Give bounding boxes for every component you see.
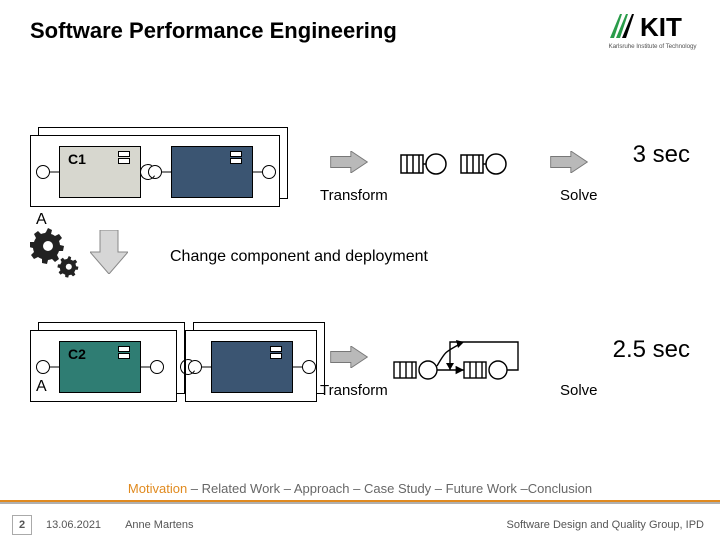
footer: 2 13.06.2021 Anne Martens Software Desig… [0,510,720,540]
pipeline-row-1: C1 A Transform [30,135,690,225]
node-label-a2: A [36,378,47,396]
queue-icon [400,147,452,181]
page-number: 2 [12,515,32,535]
component-dark-1 [171,146,253,198]
result-2: 2.5 sec [613,336,690,364]
node-label-a1: A [36,211,47,229]
kit-logo: KIT Karlsruhe Institute of Technology [605,10,700,50]
component-icon [274,346,288,358]
component-c2: C2 [59,341,141,393]
change-label: Change component and deployment [170,248,428,266]
pipeline-row-2: C2 A Transform [30,330,690,420]
change-row: Change component and deployment [30,238,690,288]
logo-caption: Karlsruhe Institute of Technology [605,43,700,50]
component-c2-label: C2 [68,346,86,362]
breadcrumb: Motivation – Related Work – Approach – C… [0,481,720,496]
footer-author: Anne Martens [125,519,193,531]
arrow-right-icon [550,151,588,173]
svg-text:KIT: KIT [640,12,682,42]
footer-date: 13.06.2021 [46,519,101,531]
solve-label-1: Solve [560,187,598,204]
arrow-down-icon [90,230,128,274]
gear-icon [30,228,80,278]
arrow-right-icon [330,346,368,368]
transform-label-2: Transform [320,382,388,399]
result-1: 3 sec [633,141,690,169]
breadcrumb-rest: – Related Work – Approach – Case Study –… [187,481,592,496]
queue-network-icon [390,330,540,390]
component-icon [122,151,136,163]
transform-label-1: Transform [320,187,388,204]
arrow-right-icon [330,151,368,173]
component-dark-2 [211,341,293,393]
breadcrumb-active: Motivation [128,481,187,496]
component-icon [234,151,248,163]
footer-group: Software Design and Quality Group, IPD [507,519,704,531]
slide-title: Software Performance Engineering [30,18,397,44]
system-box-a1: C1 A [30,135,278,205]
breadcrumb-divider [0,500,720,502]
system-box-b2 [185,330,315,400]
system-box-a2: C2 A [30,330,175,400]
component-c1: C1 [59,146,141,198]
component-c1-label: C1 [68,151,86,167]
queue-icon [460,147,512,181]
component-icon [122,346,136,358]
solve-label-2: Solve [560,382,598,399]
